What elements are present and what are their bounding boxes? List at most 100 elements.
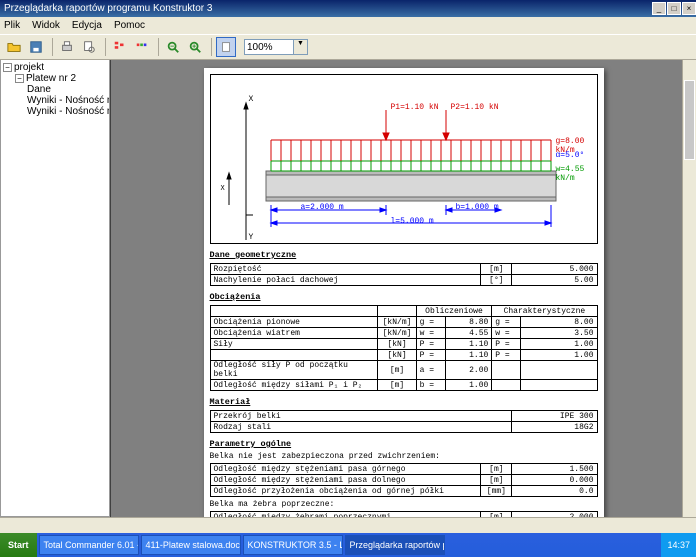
obc-label: Obciążenia wiatrem: [210, 328, 378, 339]
obc-val2: [520, 380, 597, 391]
color-palette-icon[interactable]: [132, 37, 152, 57]
obc-label: Odległość siły P od początku belki: [210, 361, 378, 380]
tree-root[interactable]: projekt: [14, 62, 44, 73]
obc-sym: w =: [416, 328, 446, 339]
zoom-input[interactable]: [244, 39, 294, 55]
par-table1: Odległość między stężeniami pasa górnego…: [210, 463, 598, 497]
tree-item-wyniki2[interactable]: Wyniki - Nośność n: [27, 106, 110, 117]
tree-item-dane[interactable]: Dane: [27, 84, 51, 95]
geom-value: 5.00: [512, 275, 597, 286]
section-par-title: Parametry ogólne: [210, 439, 598, 449]
project-tree[interactable]: −projekt −Platew nr 2 Dane Wyniki - Nośn…: [0, 60, 110, 517]
mat-value: 18G2: [512, 422, 597, 433]
title-bar: Przeglądarka raportów programu Konstrukt…: [0, 0, 696, 17]
obc-label: Obciążenia pionowe: [210, 317, 378, 328]
menu-help[interactable]: Pomoc: [114, 20, 145, 31]
load-p1-label: P1=1.10 kN: [391, 103, 439, 112]
load-w-label: w=4.55 kN/m: [556, 165, 597, 183]
dim-b-label: b=1.000 m: [456, 203, 499, 212]
tree-item-platew[interactable]: Platew nr 2: [26, 73, 76, 84]
mat-label: Rodzaj stali: [210, 422, 512, 433]
beam-diagram: P1=1.10 kN P2=1.10 kN g=8.00 kN/m α=5.0°…: [210, 74, 598, 244]
toolbar-separator: [158, 38, 159, 56]
par-value: 0.0: [512, 486, 597, 497]
obc-val: 4.55: [446, 328, 492, 339]
taskbar: Start Total Commander 6.01 - ... 411-Pla…: [0, 533, 696, 557]
obc-val2: 8.00: [520, 317, 597, 328]
obc-sym2: [492, 361, 520, 380]
save-icon[interactable]: [26, 37, 46, 57]
close-button[interactable]: ×: [682, 2, 696, 15]
axis-x-label: X: [249, 95, 254, 104]
zoom-in-icon[interactable]: [185, 37, 205, 57]
obc-sym: b =: [416, 380, 446, 391]
print-icon[interactable]: [57, 37, 77, 57]
minimize-button[interactable]: _: [652, 2, 666, 15]
mat-label: Przekrój belki: [210, 411, 512, 422]
task-viewer[interactable]: Przeglądarka raportów pr...: [345, 535, 445, 555]
toolbar: ▼: [0, 34, 696, 60]
obc-unit: [kN/m]: [378, 317, 416, 328]
obc-unit: [m]: [378, 380, 416, 391]
obc-sym: a =: [416, 361, 446, 380]
tree-collapse-icon[interactable]: −: [15, 74, 24, 83]
menu-file[interactable]: Plik: [4, 20, 20, 31]
toolbar-separator: [105, 38, 106, 56]
obc-unit: [kN/m]: [378, 328, 416, 339]
obc-label: Odległość między siłami P₁ i P₂: [210, 380, 378, 391]
report-canvas[interactable]: P1=1.10 kN P2=1.10 kN g=8.00 kN/m α=5.0°…: [110, 60, 696, 517]
section-mat-title: Materiał: [210, 397, 598, 407]
col-char: Charakterystyczne: [492, 306, 597, 317]
obc-sym: P =: [416, 339, 446, 350]
obc-label: [210, 350, 378, 361]
maximize-button[interactable]: □: [667, 2, 681, 15]
section-geom-title: Dane geometryczne: [210, 250, 598, 260]
par-unit: [m]: [481, 464, 512, 475]
menu-view[interactable]: Widok: [32, 20, 60, 31]
par-unit: [m]: [481, 475, 512, 486]
app-title: Przeglądarka raportów programu Konstrukt…: [4, 3, 212, 14]
task-prz-label: Przeglądarka raportów pr...: [350, 540, 445, 550]
zoom-out-icon[interactable]: [163, 37, 183, 57]
task-konstruktor[interactable]: KONSTRUKTOR 3.5 - Lice...: [243, 535, 343, 555]
obc-val2: 3.50: [520, 328, 597, 339]
obc-val2: 1.00: [520, 339, 597, 350]
system-tray[interactable]: 14:37: [661, 533, 696, 557]
menu-bar: Plik Widok Edycja Pomoc: [0, 17, 696, 34]
start-button[interactable]: Start: [0, 533, 37, 557]
par-unit: [mm]: [481, 486, 512, 497]
tree-icon[interactable]: [110, 37, 130, 57]
mat-value: IPE 300: [512, 411, 597, 422]
par-value: 0.000: [512, 475, 597, 486]
obc-label: Siły: [210, 339, 378, 350]
scroll-thumb[interactable]: [684, 80, 695, 160]
geom-label: Nachylenie połaci dachowej: [210, 275, 481, 286]
menu-edit[interactable]: Edycja: [72, 20, 102, 31]
par-value: 1.500: [512, 464, 597, 475]
obc-unit: [m]: [378, 361, 416, 380]
dim-a-label: a=2.000 m: [301, 203, 344, 212]
obc-sym2: g =: [492, 317, 520, 328]
par-label: Odległość między stężeniami pasa dolnego: [210, 475, 481, 486]
obc-sym: g =: [416, 317, 446, 328]
geom-unit: [m]: [481, 264, 512, 275]
par-note2: Belka ma żebra poprzeczne:: [210, 500, 598, 509]
task-tc[interactable]: Total Commander 6.01 - ...: [39, 535, 139, 555]
vertical-scrollbar[interactable]: [682, 60, 696, 517]
obc-sym2: w =: [492, 328, 520, 339]
obc-sym2: P =: [492, 339, 520, 350]
obc-table: ObliczenioweCharakterystyczne Obciążenia…: [210, 305, 598, 391]
obc-val: 1.00: [446, 380, 492, 391]
open-icon[interactable]: [4, 37, 24, 57]
clock: 14:37: [667, 540, 690, 550]
fit-page-icon[interactable]: [216, 37, 236, 57]
obc-val2: [520, 361, 597, 380]
zoom-dropdown-icon[interactable]: ▼: [294, 39, 308, 55]
tree-item-wyniki1[interactable]: Wyniki - Nośność n: [27, 95, 110, 106]
tree-collapse-icon[interactable]: −: [3, 63, 12, 72]
col-oblicz: Obliczeniowe: [416, 306, 492, 317]
print-preview-icon[interactable]: [79, 37, 99, 57]
toolbar-separator: [211, 38, 212, 56]
task-tc-label: Total Commander 6.01 - ...: [44, 540, 139, 550]
task-word[interactable]: 411-Platew stalowa.doc - ...: [141, 535, 241, 555]
